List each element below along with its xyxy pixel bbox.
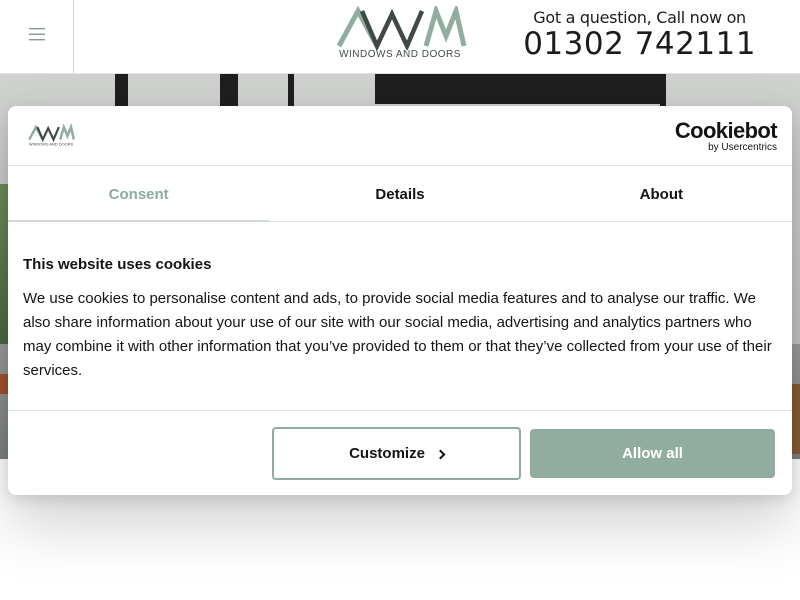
consent-body: This website uses cookies We use cookies…: [23, 256, 783, 383]
consent-title: This website uses cookies: [23, 256, 212, 273]
site-logo[interactable]: WINDOWS AND DOORS: [330, 2, 470, 66]
contact-question: Got a question, Call now on: [533, 8, 746, 27]
awm-logo-mark: WINDOWS AND DOORS: [28, 122, 76, 146]
tab-consent[interactable]: Consent: [8, 167, 270, 222]
customize-button[interactable]: Customize: [272, 427, 521, 480]
cookiebot-brand[interactable]: Cookiebot by Usercentrics: [674, 118, 778, 154]
contact-phone[interactable]: 01302 742111: [523, 26, 756, 62]
cookiebot-name: Cookiebot: [674, 118, 778, 143]
allow-all-button[interactable]: Allow all: [530, 429, 775, 478]
hero-wood: [792, 384, 800, 454]
allow-all-label: Allow all: [622, 445, 683, 462]
hamburger-icon: [28, 27, 45, 46]
chevron-right-icon: [435, 449, 446, 459]
awm-logo-mark: [336, 2, 467, 52]
window-frame: [375, 74, 665, 104]
dialog-header: WINDOWS AND DOORS Cookiebot by Usercentr…: [8, 106, 792, 166]
dialog-footer: Customize Allow all: [8, 410, 792, 495]
tab-about[interactable]: About: [531, 167, 792, 221]
cookiebot-by: by Usercentrics: [708, 142, 777, 153]
consent-description: We use cookies to personalise content an…: [23, 290, 772, 379]
cookie-consent-dialog: WINDOWS AND DOORS Cookiebot by Usercentr…: [8, 106, 792, 495]
consent-tabs: Consent Details About: [8, 167, 792, 222]
contact-block: Got a question, Call now on 01302 742111: [523, 8, 756, 62]
dialog-site-logo: WINDOWS AND DOORS: [26, 122, 76, 149]
site-header: WINDOWS AND DOORS Got a question, Call n…: [0, 0, 800, 74]
tab-details[interactable]: Details: [269, 167, 530, 221]
customize-label: Customize: [349, 445, 425, 462]
menu-button[interactable]: [0, 0, 74, 73]
hero-accent: [0, 374, 8, 394]
dialog-logo-subtitle: WINDOWS AND DOORS: [29, 141, 74, 146]
logo-subtitle: WINDOWS AND DOORS: [339, 49, 461, 60]
